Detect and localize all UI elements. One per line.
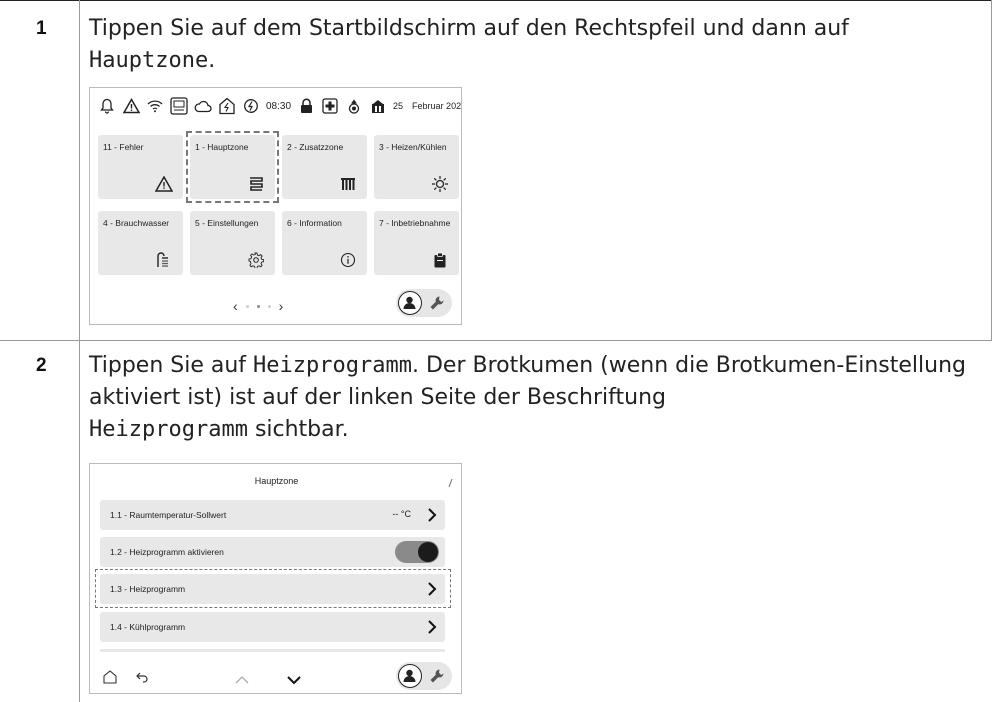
menu-row-label: 1.2 - Heizprogramm aktivieren [110, 547, 224, 557]
step-number: 2 [36, 355, 47, 376]
medical-icon[interactable] [321, 97, 339, 115]
chevron-right-icon[interactable] [425, 507, 439, 523]
step-text: Tippen Sie auf [89, 353, 254, 378]
step-text: Tippen Sie auf dem Startbildschirm auf d… [89, 16, 849, 41]
step-text-end: . [208, 48, 216, 73]
remote-icon[interactable] [170, 97, 188, 115]
user-service-button[interactable] [396, 662, 452, 690]
pager-dot [267, 304, 271, 308]
toggle-knob [418, 542, 438, 562]
scroll-down-icon[interactable] [286, 675, 302, 685]
tile-brauchwasser[interactable]: 4 - Brauchwasser [98, 211, 183, 275]
page-indicator: ‹ › [233, 298, 283, 314]
shower-icon [155, 251, 173, 269]
power-icon[interactable] [242, 97, 260, 115]
chevron-right-icon[interactable] [425, 619, 439, 635]
selection-highlight [95, 569, 451, 608]
step-code-text: Heizprogramm [253, 353, 412, 378]
step-text-end: sichtbar. [247, 417, 349, 442]
toggle-switch[interactable] [395, 541, 439, 563]
tile-label: 4 - Brauchwasser [103, 218, 170, 228]
smart-grid-icon[interactable] [218, 97, 236, 115]
menu-row-raumtemperatur[interactable]: 1.1 - Raumtemperatur-Sollwert -- °C [100, 500, 445, 530]
row-divider [0, 340, 992, 341]
tile-label: 2 - Zusatzzone [287, 142, 344, 152]
step-instruction: Tippen Sie auf Heizprogramm. Der Brotkum… [89, 350, 969, 446]
tile-label: 6 - Information [287, 218, 342, 228]
pager-next-button[interactable]: › [279, 298, 284, 314]
drop-icon[interactable] [345, 97, 363, 115]
menu-row-value: -- °C [392, 509, 411, 519]
wrench-icon[interactable] [429, 668, 445, 684]
tile-inbetriebnahme[interactable]: 7 - Inbetriebnahme [374, 211, 459, 275]
user-icon[interactable] [398, 291, 422, 315]
table-border-top [0, 0, 992, 1]
scroll-edge [100, 649, 445, 652]
wrench-icon[interactable] [429, 295, 445, 311]
clipboard-icon [431, 251, 449, 269]
menu-row-heizprogramm-aktivieren[interactable]: 1.2 - Heizprogramm aktivieren [100, 537, 445, 567]
tile-label: 7 - Inbetriebnahme [379, 218, 451, 228]
pager-prev-button[interactable]: ‹ [233, 298, 238, 314]
warning-icon[interactable] [122, 97, 140, 115]
heat-cool-icon [431, 175, 449, 193]
tile-label: 11 - Fehler [103, 142, 144, 152]
cloud-icon[interactable] [194, 97, 212, 115]
close-icon[interactable] [446, 478, 454, 488]
hauptzone-screen: Hauptzone 1.1 - Raumtemperatur-Sollwert … [89, 463, 462, 694]
pager-dot [256, 304, 260, 308]
tile-zusatzzone[interactable]: 2 - Zusatzzone [282, 135, 367, 199]
tile-label: 3 - Heizen/Kühlen [379, 142, 447, 152]
menu-row-kuehlprogramm[interactable]: 1.4 - Kühlprogramm [100, 612, 445, 642]
step-code-text: Hauptzone [89, 48, 209, 73]
tile-information[interactable]: 6 - Information [282, 211, 367, 275]
lock-icon[interactable] [297, 97, 315, 115]
step-number: 1 [36, 18, 47, 39]
menu-row-label: 1.1 - Raumtemperatur-Sollwert [110, 510, 227, 520]
home-icon[interactable] [102, 669, 118, 685]
radiator-icon [339, 175, 357, 193]
status-date: Februar 2025 [412, 101, 462, 111]
screen-title: Hauptzone [254, 476, 299, 486]
building-icon[interactable] [369, 97, 387, 115]
status-time: 08:30 [266, 100, 292, 112]
menu-row-label: 1.4 - Kühlprogramm [110, 622, 186, 632]
gear-icon [247, 251, 265, 269]
selection-highlight [186, 131, 279, 203]
bell-icon[interactable] [98, 97, 116, 115]
step-instruction: Tippen Sie auf dem Startbildschirm auf d… [89, 13, 969, 77]
warning-icon [155, 175, 173, 193]
pager-dot [245, 304, 249, 308]
tile-heizen-kuehlen[interactable]: 3 - Heizen/Kühlen [374, 135, 459, 199]
status-bar: 08:30 25 Februar 2025 [98, 94, 462, 118]
table-border-left [79, 0, 80, 702]
home-screen: 08:30 25 Februar 2025 11 - Fehler 1 - Ha… [89, 87, 462, 325]
user-service-button[interactable] [396, 289, 452, 317]
scroll-up-icon[interactable] [234, 675, 250, 685]
step-code-text: Heizprogramm [89, 417, 248, 442]
tile-fehler[interactable]: 11 - Fehler [98, 135, 183, 199]
status-day: 25 [393, 101, 404, 111]
back-icon[interactable] [135, 671, 149, 683]
tile-einstellungen[interactable]: 5 - Einstellungen [190, 211, 275, 275]
user-icon[interactable] [398, 664, 422, 688]
wifi-icon[interactable] [146, 97, 164, 115]
tile-label: 5 - Einstellungen [195, 218, 259, 228]
info-icon [339, 251, 357, 269]
